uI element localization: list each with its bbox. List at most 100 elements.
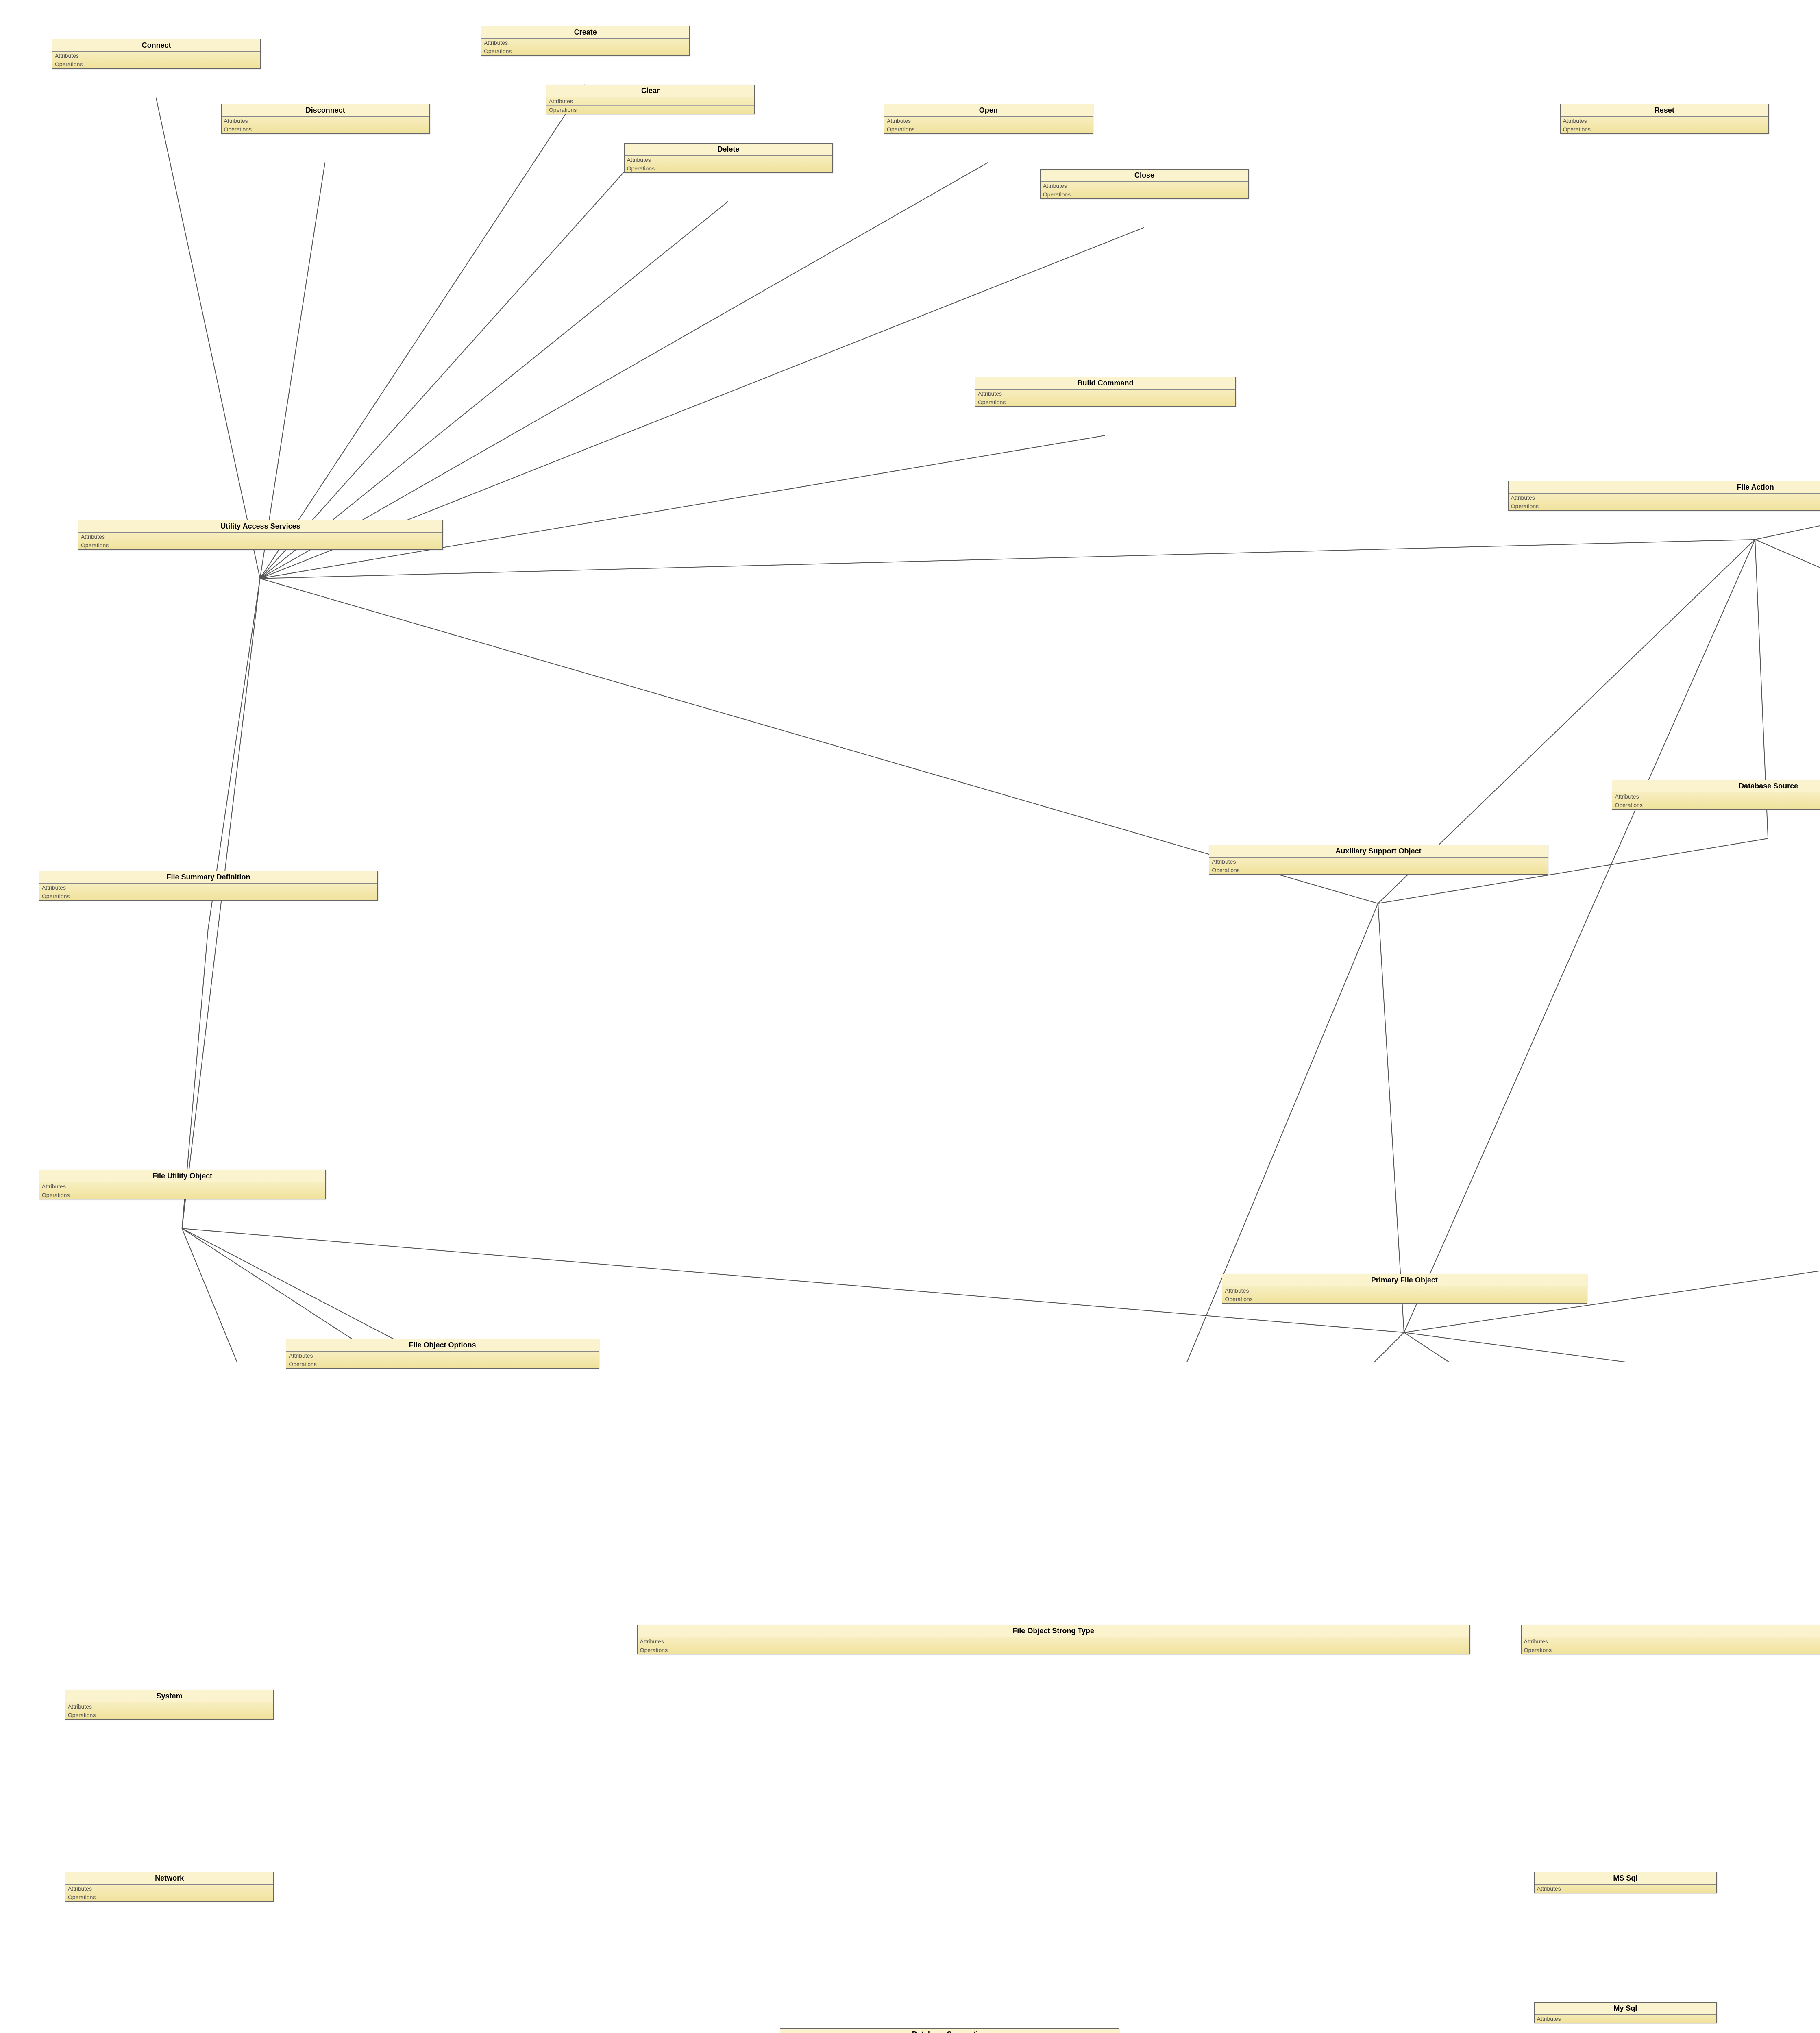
edge-utilityAccess-clear [260,143,650,579]
compartment-ops: Operations [546,106,755,114]
class-box-system[interactable]: SystemAttributesOperations [65,1690,274,1720]
compartment-attr: Attributes [546,97,755,106]
class-title: Clear [546,85,755,97]
class-title: Database Source [1612,780,1820,792]
compartment-attr: Attributes [625,156,833,164]
class-title: Close [1041,170,1249,182]
compartment-ops: Operations [1209,866,1547,874]
compartment-attr: Attributes [1535,2015,1717,2023]
class-box-mySql[interactable]: My SqlAttributes [1534,2002,1717,2023]
class-box-dbConnection[interactable]: Database ConnectionAttributesOperations [780,2028,1119,2033]
compartment-ops: Operations [884,125,1093,133]
compartment-attr: Attributes [481,39,690,47]
compartment-ops: Operations [975,398,1235,406]
class-title: Connect [52,39,261,52]
class-box-fileObjectOptions[interactable]: File Object OptionsAttributesOperations [286,1339,599,1369]
compartment-attr: Attributes [1522,1637,1820,1646]
class-title: File Object Options [286,1339,598,1352]
class-title: File Object Strong Type [638,1625,1469,1637]
class-box-auxSupport[interactable]: Auxiliary Support ObjectAttributesOperat… [1209,845,1548,875]
edge-utilityAccess-fileAction [260,540,1755,579]
class-title: Auxiliary Support Object [1209,845,1547,858]
edge-fileAction-primaryFileObject [1404,540,1755,1332]
class-title: File Action [1509,481,1820,494]
class-box-msSql[interactable]: MS SqlAttributes [1534,1872,1717,1893]
compartment-ops: Operations [39,1191,325,1199]
class-box-connect[interactable]: ConnectAttributesOperations [52,39,261,69]
compartment-ops: Operations [78,541,442,549]
compartment-attr: Attributes [222,117,430,125]
class-title: Delete [625,144,833,156]
compartment-ops: Operations [1561,125,1769,133]
compartment-ops: Operations [481,47,690,55]
class-title: MS Sql [1535,1872,1717,1885]
edge-utilityAccess-fileUtilityObject [182,579,260,1229]
class-box-fileAction[interactable]: File ActionAttributesOperations [1508,481,1820,511]
compartment-ops: Operations [286,1360,598,1368]
edge-primaryFileObject-inputFileObject [1404,1196,1820,1332]
compartment-ops: Operations [39,892,377,900]
class-box-fileObjectSubType[interactable]: File Object Sub TypeAttributesOperations [1521,1625,1820,1654]
class-title: File Summary Definition [39,871,377,884]
compartment-ops: Operations [65,1893,274,1901]
edge-fileUtilityObject-primaryFileObject [182,1228,1404,1332]
class-title: Disconnect [222,104,430,117]
compartment-attr: Attributes [975,390,1235,398]
class-box-network[interactable]: NetworkAttributesOperations [65,1872,274,1902]
class-title: Create [481,26,690,39]
compartment-attr: Attributes [52,52,261,60]
compartment-attr: Attributes [1041,182,1249,190]
class-box-reset[interactable]: ResetAttributesOperations [1560,104,1769,134]
compartment-attr: Attributes [1561,117,1769,125]
compartment-ops: Operations [52,60,261,68]
class-box-primaryFileObject[interactable]: Primary File ObjectAttributesOperations [1222,1274,1587,1304]
compartment-attr: Attributes [1209,858,1547,866]
class-box-create[interactable]: CreateAttributesOperations [481,26,690,56]
compartment-attr: Attributes [65,1885,274,1893]
class-box-utilityAccess[interactable]: Utility Access ServicesAttributesOperati… [78,520,443,550]
class-title: File Object Sub Type [1522,1625,1820,1637]
class-title: Database Connection [780,2029,1118,2033]
compartment-attr: Attributes [1535,1885,1717,1893]
edge-utilityAccess-disconnect [260,163,325,579]
class-box-open[interactable]: OpenAttributesOperations [884,104,1093,134]
class-box-fileUtilityObject[interactable]: File Utility ObjectAttributesOperations [39,1170,326,1199]
edge-utilityAccess-create [260,85,585,579]
compartment-attr: Attributes [638,1637,1469,1646]
class-title: Reset [1561,104,1769,117]
edge-utilityAccess-buildCommand [260,435,1105,579]
edge-primaryFileObject-fileObjectStrongType [1053,1332,1404,1362]
class-title: Utility Access Services [78,520,442,533]
compartment-attr: Attributes [39,884,377,892]
class-box-close[interactable]: CloseAttributesOperations [1040,169,1249,199]
compartment-attr: Attributes [39,1182,325,1191]
compartment-ops: Operations [1509,502,1820,510]
class-title: My Sql [1535,2003,1717,2015]
edge-utilityAccess-open [260,163,988,579]
class-title: File Utility Object [39,1170,325,1182]
compartment-ops: Operations [638,1646,1469,1654]
class-box-buildCommand[interactable]: Build CommandAttributesOperations [975,377,1236,407]
compartment-ops: Operations [1041,190,1249,198]
compartment-ops: Operations [1612,801,1820,809]
compartment-attr: Attributes [1612,792,1820,801]
edge-fileAction-actionItemExt [1755,540,1820,949]
class-title: Build Command [975,377,1235,390]
class-box-databaseSource[interactable]: Database SourceAttributesOperations [1612,780,1820,810]
compartment-ops: Operations [625,164,833,172]
compartment-attr: Attributes [286,1352,598,1360]
edge-auxSupport-primaryFileObject [1378,903,1404,1332]
class-box-disconnect[interactable]: DisconnectAttributesOperations [221,104,430,134]
edge-primaryFileObject-fileOutputObject [1404,1332,1820,1362]
class-box-fileObjectStrongType[interactable]: File Object Strong TypeAttributesOperati… [637,1625,1470,1654]
edge-utilityAccess-connect [156,98,260,579]
class-box-delete[interactable]: DeleteAttributesOperations [624,143,833,173]
edge-primaryFileObject-fileObjectSubType [1404,1332,1820,1362]
class-title: Open [884,104,1093,117]
compartment-attr: Attributes [78,533,442,541]
class-box-clear[interactable]: ClearAttributesOperations [546,85,755,114]
class-box-fileSummaryDef[interactable]: File Summary DefinitionAttributesOperati… [39,871,378,901]
compartment-ops: Operations [1522,1646,1820,1654]
compartment-ops: Operations [65,1711,274,1719]
compartment-attr: Attributes [65,1702,274,1711]
